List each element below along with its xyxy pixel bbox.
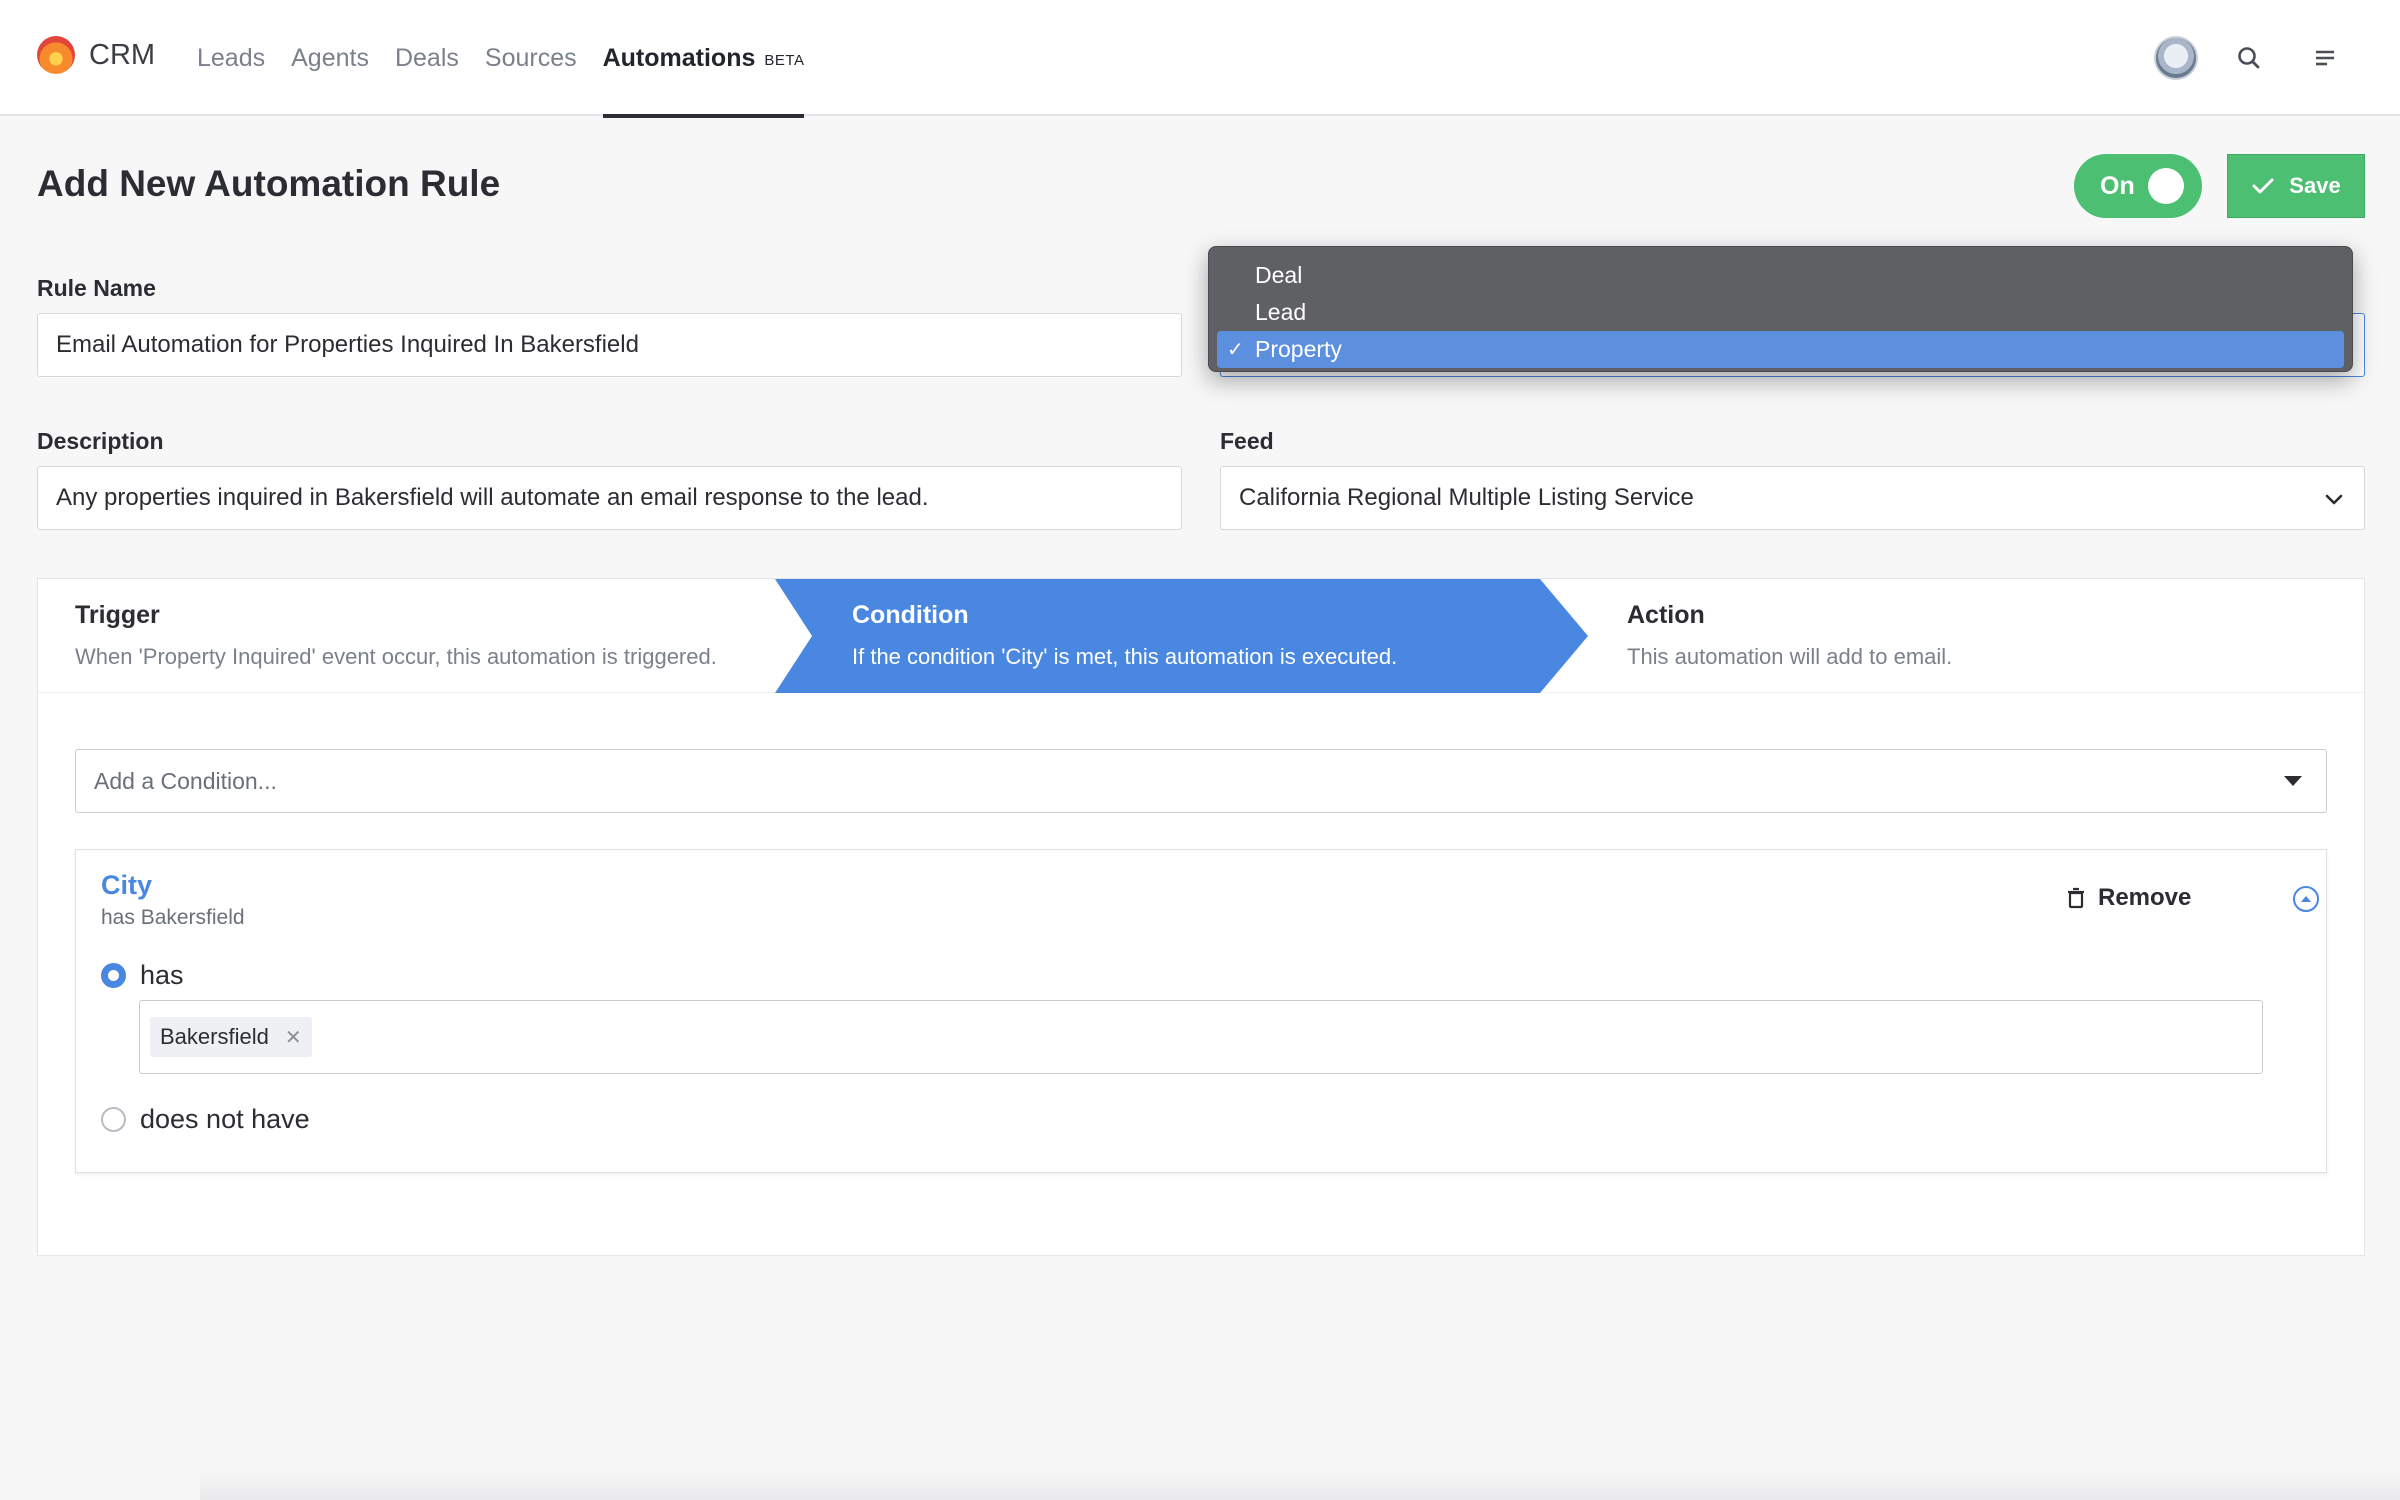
brand-name: CRM	[89, 38, 156, 71]
active-toggle[interactable]: On	[2074, 154, 2202, 218]
remove-label: Remove	[2098, 884, 2192, 911]
save-button[interactable]: Save	[2227, 154, 2365, 218]
user-avatar[interactable]	[2154, 36, 2198, 80]
add-condition-select[interactable]: Add a Condition...	[75, 749, 2327, 813]
save-label: Save	[2289, 173, 2341, 198]
caret-down-icon	[2284, 776, 2302, 786]
chevron-down-icon	[2325, 494, 2343, 505]
rule-name-label: Rule Name	[37, 275, 156, 301]
city-tag-input[interactable]: Bakersfield ✕	[139, 1000, 2263, 1074]
flame-logo-icon	[37, 36, 75, 74]
tag-remove-icon[interactable]: ✕	[285, 1025, 302, 1050]
radio-has-row[interactable]: has	[101, 960, 184, 991]
radio-not-label: does not have	[140, 1104, 310, 1134]
radio-not-row[interactable]: does not have	[101, 1104, 310, 1135]
nav-links: Leads Agents Deals Sources Automations B…	[197, 0, 830, 118]
trash-icon	[2068, 887, 2084, 909]
brand[interactable]: CRM	[37, 36, 155, 74]
steps-bar: Trigger When 'Property Inquired' event o…	[38, 579, 2363, 693]
description-label: Description	[37, 428, 164, 454]
condition-card: City has Bakersfield Remove has Bakersfi…	[75, 849, 2327, 1173]
checkmark-icon: ✓	[1227, 339, 1244, 361]
toggle-label: On	[2100, 171, 2135, 200]
bottom-shadow	[200, 1470, 2400, 1500]
rule-name-input[interactable]: Email Automation for Properties Inquired…	[37, 313, 1182, 377]
top-navbar: CRM Leads Agents Deals Sources Automatio…	[0, 0, 2400, 118]
step-condition-desc: If the condition 'City' is met, this aut…	[852, 644, 1398, 669]
entity-type-dropdown: Deal Lead ✓ Property	[1208, 246, 2353, 372]
menu-icon[interactable]	[2307, 40, 2343, 76]
step-trigger[interactable]: Trigger When 'Property Inquired' event o…	[75, 579, 717, 693]
radio-has[interactable]	[101, 963, 126, 988]
check-icon	[2252, 178, 2274, 194]
dropdown-option-deal[interactable]: Deal	[1217, 257, 2344, 294]
nav-link-leads[interactable]: Leads	[197, 0, 265, 116]
description-input[interactable]: Any properties inquired in Bakersfield w…	[37, 466, 1182, 530]
step-trigger-desc: When 'Property Inquired' event occur, th…	[75, 644, 717, 669]
nav-link-sources[interactable]: Sources	[485, 0, 577, 116]
nav-link-deals[interactable]: Deals	[395, 0, 459, 116]
step-action-desc: This automation will add to email.	[1627, 644, 1953, 669]
automation-card: Trigger When 'Property Inquired' event o…	[37, 578, 2365, 1256]
option-property-label: Property	[1255, 336, 1342, 362]
collapse-up-icon[interactable]	[2293, 886, 2319, 912]
tag-label: Bakersfield	[160, 1024, 269, 1049]
nav-link-automations[interactable]: Automations BETA	[602, 0, 805, 118]
radio-has-label: has	[140, 960, 184, 990]
tag-bakersfield: Bakersfield ✕	[150, 1017, 312, 1057]
beta-badge: BETA	[764, 51, 805, 69]
feed-value: California Regional Multiple Listing Ser…	[1239, 484, 1694, 511]
condition-title: City	[101, 870, 153, 900]
step-trigger-title: Trigger	[75, 601, 160, 629]
option-deal-label: Deal	[1255, 262, 1303, 288]
radio-does-not-have[interactable]	[101, 1107, 126, 1132]
dropdown-option-lead[interactable]: Lead	[1217, 294, 2344, 331]
option-lead-label: Lead	[1255, 299, 1307, 325]
step-condition[interactable]: Condition If the condition 'City' is met…	[852, 579, 1397, 693]
toggle-knob	[2148, 168, 2184, 204]
step-condition-title: Condition	[852, 601, 969, 629]
step-action[interactable]: Action This automation will add to email…	[1627, 579, 1952, 693]
step-action-title: Action	[1627, 601, 1705, 629]
remove-condition-button[interactable]: Remove	[2066, 884, 2191, 912]
page-title: Add New Automation Rule	[37, 163, 501, 204]
condition-subtitle: has Bakersfield	[101, 906, 245, 929]
feed-select[interactable]: California Regional Multiple Listing Ser…	[1220, 466, 2365, 530]
dropdown-option-property[interactable]: ✓ Property	[1217, 331, 2344, 368]
nav-link-automations-label: Automations	[602, 43, 756, 72]
add-condition-placeholder: Add a Condition...	[94, 767, 277, 794]
nav-link-agents[interactable]: Agents	[291, 0, 369, 116]
feed-label: Feed	[1220, 428, 1274, 454]
search-icon[interactable]	[2231, 40, 2267, 76]
